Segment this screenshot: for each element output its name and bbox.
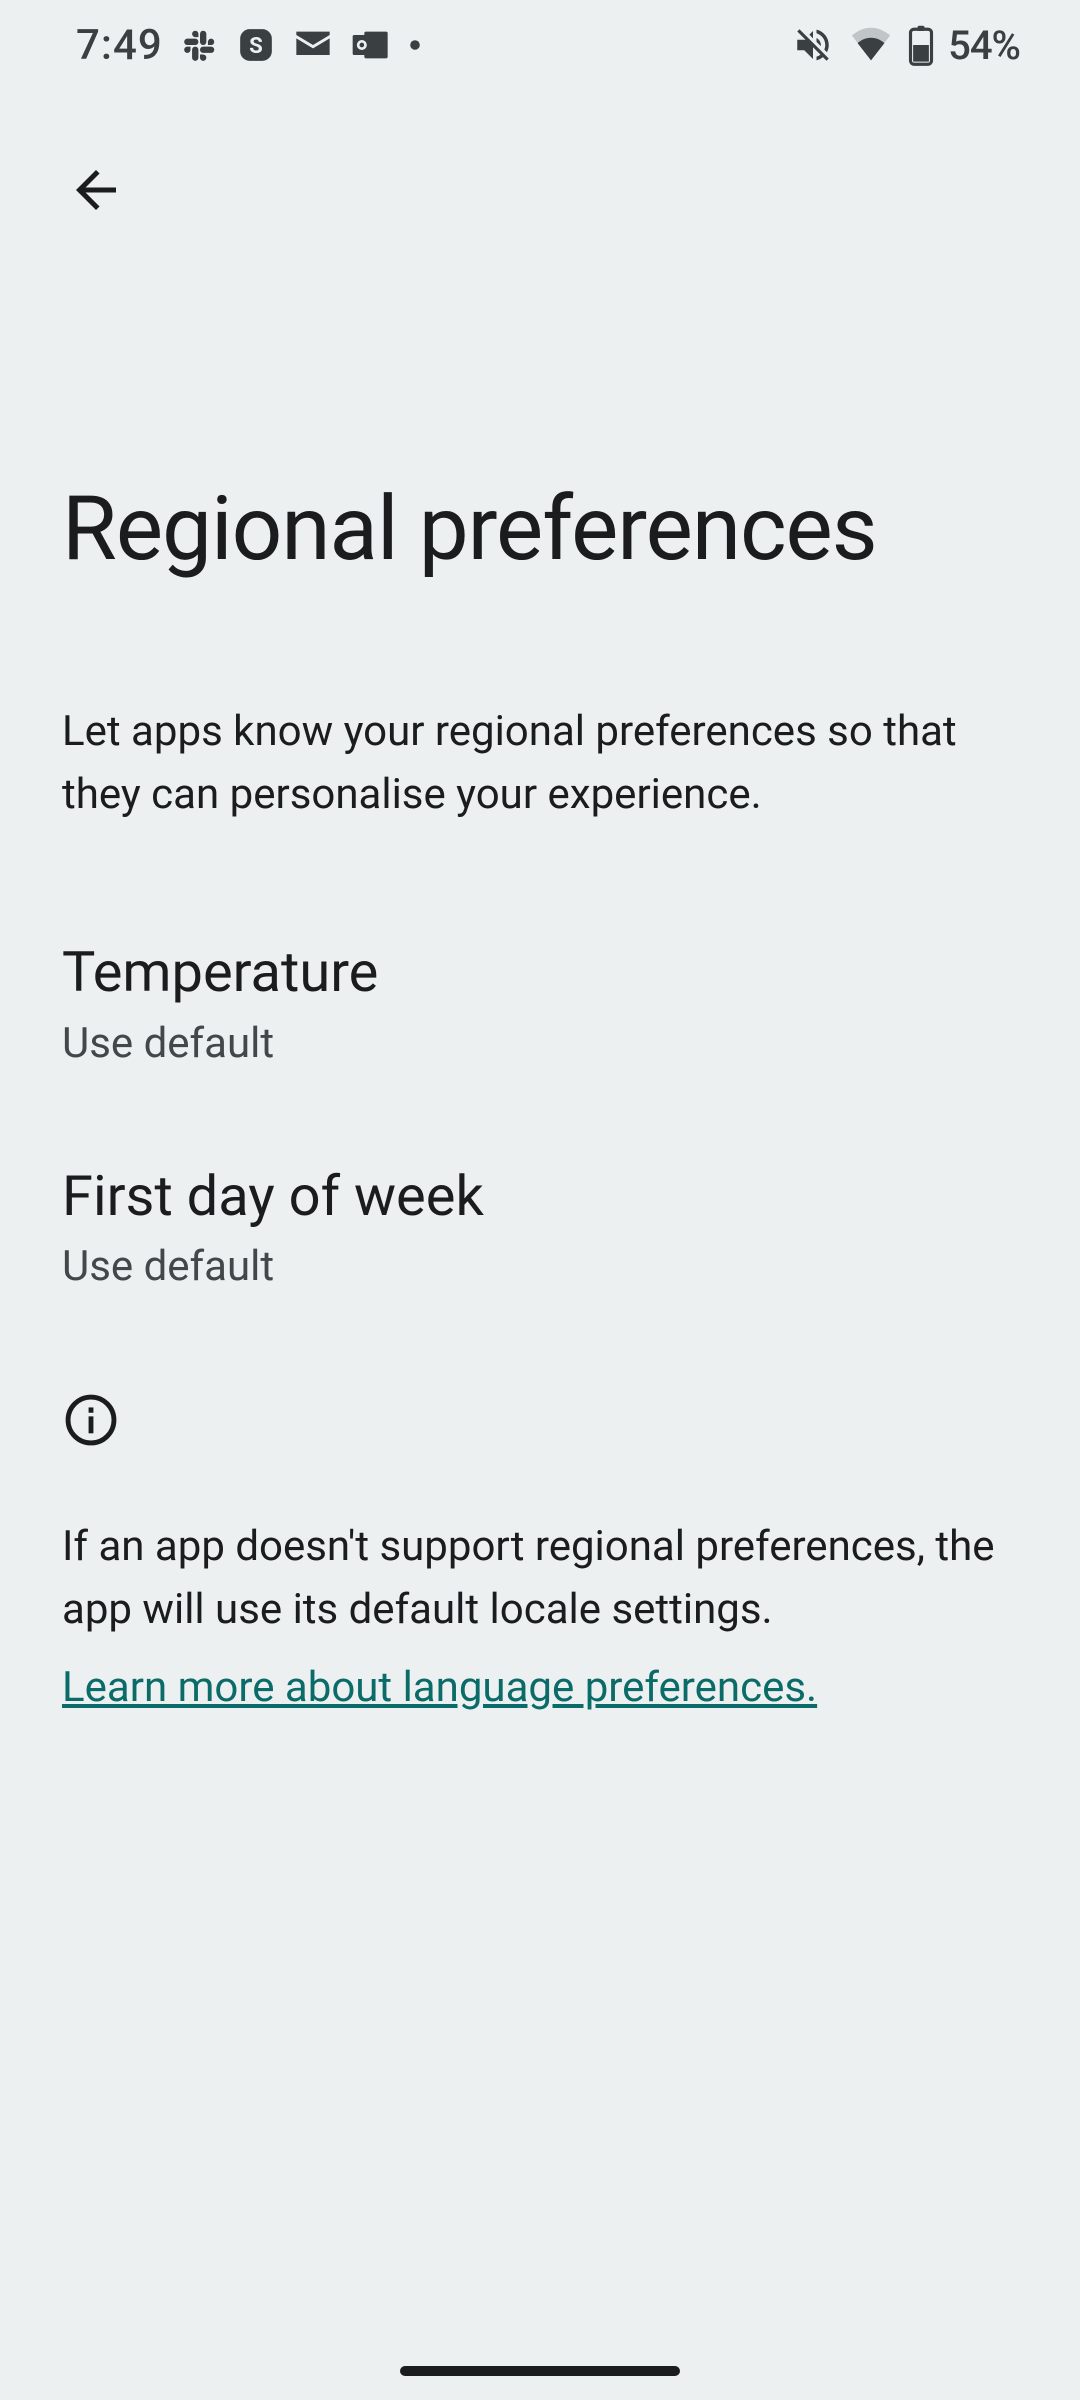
setting-first-day-value: Use default xyxy=(62,1242,1018,1291)
setting-temperature[interactable]: Temperature Use default xyxy=(62,936,1018,1068)
outlook-icon xyxy=(351,26,391,64)
status-right: 54% xyxy=(792,22,1020,69)
wifi-icon xyxy=(848,25,894,65)
setting-first-day-title: First day of week xyxy=(62,1160,1018,1233)
info-icon xyxy=(62,1391,1018,1453)
battery-icon xyxy=(908,24,934,66)
status-bar: 7:49 S 54% xyxy=(0,0,1080,90)
mute-icon xyxy=(792,24,834,66)
mail-icon xyxy=(293,26,333,64)
nav-bar-handle[interactable] xyxy=(400,2366,680,2376)
back-button[interactable] xyxy=(60,154,132,226)
arrow-back-icon xyxy=(66,160,126,220)
page-title: Regional preferences xyxy=(62,480,1018,578)
status-left: 7:49 S xyxy=(76,21,421,70)
setting-temperature-value: Use default xyxy=(62,1019,1018,1068)
dot-icon xyxy=(409,39,421,51)
info-text: If an app doesn't support regional prefe… xyxy=(62,1515,1018,1641)
app-icon: S xyxy=(237,26,275,64)
page-subtitle: Let apps know your regional preferences … xyxy=(62,700,1018,826)
learn-more-link[interactable]: Learn more about language preferences. xyxy=(62,1663,817,1712)
slack-icon xyxy=(181,26,219,64)
info-section: If an app doesn't support regional prefe… xyxy=(62,1391,1018,1712)
svg-text:S: S xyxy=(249,33,263,59)
status-time: 7:49 xyxy=(76,21,163,70)
battery-percentage: 54% xyxy=(948,22,1020,69)
toolbar xyxy=(0,90,1080,226)
content-area: Regional preferences Let apps know your … xyxy=(0,480,1080,1712)
setting-temperature-title: Temperature xyxy=(62,936,1018,1009)
setting-first-day-of-week[interactable]: First day of week Use default xyxy=(62,1160,1018,1292)
